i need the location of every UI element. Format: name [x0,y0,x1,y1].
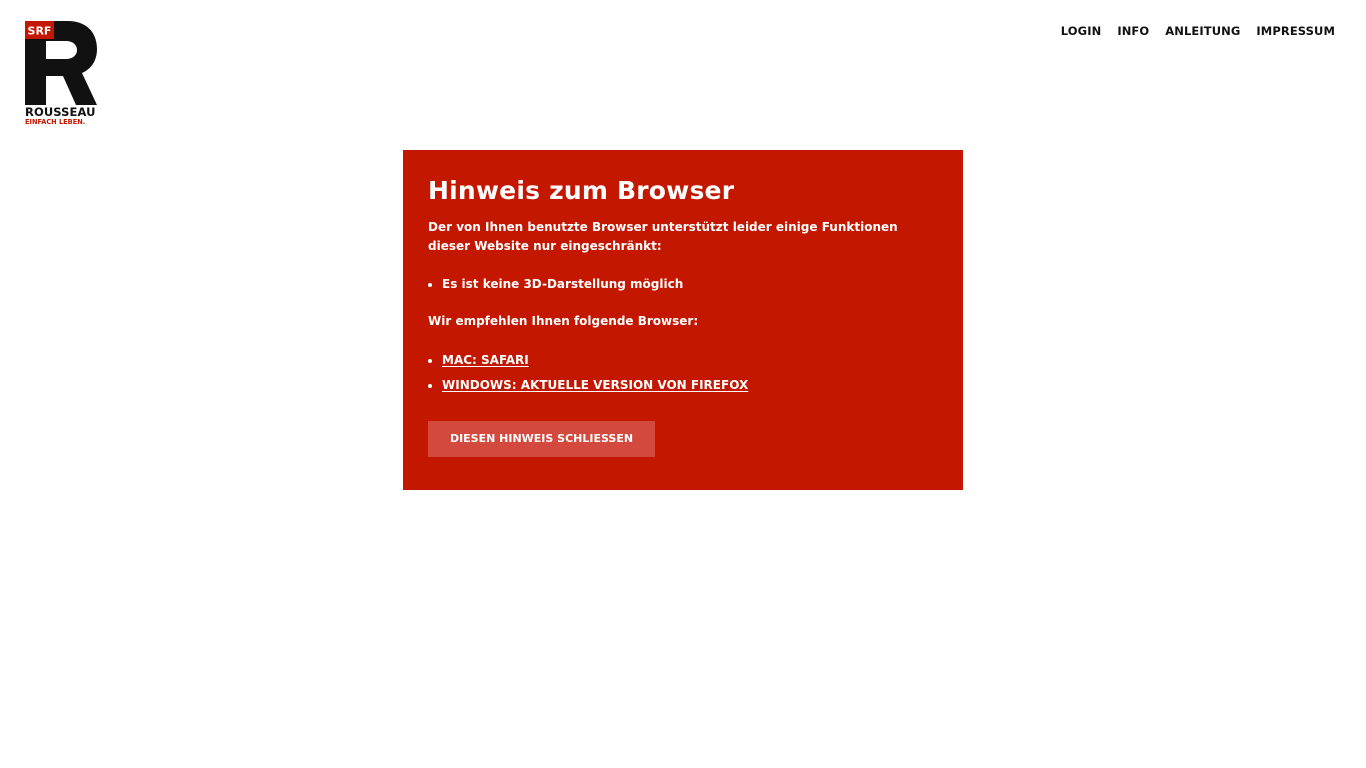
rousseau-r-logo-mark: SRF [25,21,97,105]
limitations-list: Es ist keine 3D-Darstellung möglich [428,275,938,294]
nav-anleitung-link[interactable]: ANLEITUNG [1165,24,1240,38]
safari-link[interactable]: MAC: SAFARI [442,353,529,367]
notice-intro-text: Der von Ihnen benutzte Browser unterstüt… [428,220,898,253]
logo-name: ROUSSEAU [25,105,96,119]
top-nav: LOGIN INFO ANLEITUNG IMPRESSUM [1061,24,1335,38]
limitation-text: Es ist keine 3D-Darstellung möglich [442,277,684,291]
notice-title: Hinweis zum Browser [428,176,735,205]
browser-item-windows: WINDOWS: AKTUELLE VERSION VON FIREFOX [428,376,938,395]
close-notice-button[interactable]: DIESEN HINWEIS SCHLIESSEN [428,421,655,457]
limitation-item: Es ist keine 3D-Darstellung möglich [428,275,938,294]
nav-info-link[interactable]: INFO [1117,24,1149,38]
nav-login-link[interactable]: LOGIN [1061,24,1102,38]
srf-rousseau-logo[interactable]: SRF ROUSSEAU EINFACH LEBEN. [24,19,104,131]
srf-badge-text: SRF [28,25,52,38]
logo-tagline: EINFACH LEBEN. [25,118,86,126]
bullet-icon [428,384,432,388]
page: SRF ROUSSEAU EINFACH LEBEN. LOGIN INFO A… [0,0,1366,768]
browser-item-mac: MAC: SAFARI [428,351,938,370]
bullet-icon [428,359,432,363]
bullet-icon [428,283,432,287]
browser-notice-dialog: Hinweis zum Browser Der von Ihnen benutz… [403,150,963,490]
nav-impressum-link[interactable]: IMPRESSUM [1256,24,1335,38]
browser-recommendations-list: MAC: SAFARI WINDOWS: AKTUELLE VERSION VO… [428,351,938,395]
firefox-link[interactable]: WINDOWS: AKTUELLE VERSION VON FIREFOX [442,378,748,392]
recommend-text: Wir empfehlen Ihnen folgende Browser: [428,314,699,328]
